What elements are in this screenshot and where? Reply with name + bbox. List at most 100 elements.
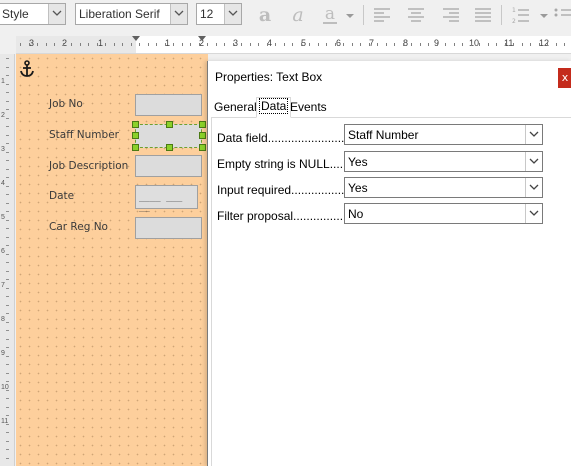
job-no-textbox[interactable]	[135, 94, 202, 116]
justify-icon[interactable]	[472, 4, 494, 26]
ruler-tick	[445, 43, 446, 46]
chevron-down-icon[interactable]	[525, 178, 542, 197]
selection-handle[interactable]	[199, 132, 206, 139]
ruler-tick	[403, 43, 404, 46]
tab-general[interactable]: General	[212, 99, 259, 117]
ruler-tick	[6, 126, 9, 127]
ruler-tick	[216, 43, 217, 46]
ruler-tick	[530, 43, 531, 46]
tab-data[interactable]: Data	[256, 97, 292, 118]
selection-handle[interactable]	[132, 144, 139, 151]
ruler-tick	[428, 43, 429, 46]
ruler-tick	[6, 118, 9, 119]
chevron-down-icon[interactable]	[525, 125, 542, 144]
ruler-tick	[6, 381, 9, 382]
ruler-tick	[258, 43, 259, 46]
ruler-tick	[6, 415, 9, 416]
svg-text:2: 2	[512, 18, 516, 25]
selection-handle[interactable]	[199, 121, 206, 128]
job-description-textbox[interactable]	[135, 155, 202, 177]
chevron-down-icon[interactable]	[525, 204, 542, 223]
ruler-tick	[80, 43, 81, 46]
ruler-tick	[105, 43, 106, 46]
ruler-number: 11	[1, 418, 9, 425]
selection-handle[interactable]	[132, 121, 139, 128]
align-left-icon[interactable]	[371, 4, 393, 26]
tab-events-label: Events	[290, 100, 327, 114]
ruler-number: 10	[1, 384, 9, 391]
ruler-tick	[284, 43, 285, 46]
ruler-tick	[6, 135, 9, 136]
chevron-down-icon[interactable]	[48, 4, 65, 24]
input-required-select[interactable]: Yes	[344, 177, 543, 198]
ruler-number: 1	[1, 78, 5, 85]
filter-proposal-select[interactable]: No	[344, 203, 543, 224]
selection-handle[interactable]	[166, 144, 173, 151]
ruler-tick	[6, 254, 9, 255]
ruler-tick	[6, 169, 9, 170]
ruler-tick	[6, 347, 9, 348]
ruler-tick	[267, 43, 268, 46]
indent-marker[interactable]	[132, 36, 140, 41]
ruler-tick	[6, 186, 9, 187]
font-size-combo[interactable]: 12	[196, 3, 242, 25]
chevron-down-icon[interactable]	[170, 4, 187, 24]
toolbar-separator	[363, 5, 364, 25]
bold-a-icon[interactable]: a	[254, 4, 276, 26]
chevron-down-icon[interactable]	[525, 152, 542, 171]
ruler-tick	[454, 43, 455, 46]
car-reg-no-textbox[interactable]	[135, 217, 202, 239]
ruler-tick	[114, 43, 115, 46]
selection-handle[interactable]	[132, 132, 139, 139]
align-center-icon[interactable]	[405, 4, 427, 26]
ruler-tick	[37, 43, 38, 46]
chevron-down-icon[interactable]	[224, 4, 241, 24]
ruler-tick	[6, 313, 9, 314]
ruler-tick	[6, 75, 9, 76]
horizontal-ruler[interactable]: 321123456789101112	[16, 36, 571, 54]
numbered-list-icon[interactable]: 1 2	[509, 4, 531, 26]
close-button[interactable]: x	[558, 68, 571, 88]
ruler-tick	[182, 43, 183, 46]
data-field-select[interactable]: Staff Number	[344, 124, 543, 145]
ruler-tick	[29, 43, 30, 46]
tab-events[interactable]: Events	[288, 99, 329, 117]
ruler-tick	[165, 43, 166, 46]
align-right-icon[interactable]	[440, 4, 462, 26]
dialog-titlebar[interactable]: Properties: Text Box x	[208, 61, 571, 91]
date-label: Date	[49, 190, 75, 202]
italic-a-icon[interactable]: a	[287, 4, 309, 26]
font-name-combo[interactable]: Liberation Serif	[75, 3, 188, 25]
dropdown-arrow-icon[interactable]	[343, 4, 357, 26]
underline-a-icon[interactable]: a	[319, 4, 341, 26]
ruler-tick	[471, 43, 472, 46]
ruler-tick	[6, 288, 9, 289]
dropdown-arrow-icon[interactable]	[538, 4, 550, 26]
ruler-tick	[377, 43, 378, 46]
anchor-icon[interactable]	[19, 60, 35, 78]
job-no-label: Job No	[49, 98, 83, 110]
ruler-tick	[6, 373, 9, 374]
selection-handle[interactable]	[199, 144, 206, 151]
ruler-tick	[139, 43, 140, 46]
ruler-tick	[207, 43, 208, 46]
vertical-ruler[interactable]: 1 2 3 4 5 6 7 8 9 10 11	[0, 54, 15, 466]
tab-data-label: Data	[259, 98, 289, 114]
ruler-tick	[6, 220, 9, 221]
ruler-tick	[513, 43, 514, 46]
ruler-tick	[6, 58, 9, 59]
paragraph-style-combo[interactable]: Style	[0, 3, 66, 25]
bulleted-list-icon[interactable]	[552, 4, 571, 26]
filter-proposal-label: Filter proposal.................	[217, 209, 350, 223]
empty-string-null-select[interactable]: Yes	[344, 151, 543, 172]
date-field[interactable]: ____ ___ __	[135, 185, 198, 213]
ruler-tick	[326, 43, 327, 46]
ruler-tick	[6, 407, 9, 408]
ruler-tick	[292, 43, 293, 46]
ruler-number: 8	[1, 316, 5, 323]
ruler-number: 7	[1, 282, 5, 289]
indent-marker[interactable]	[198, 36, 206, 41]
selection-handle[interactable]	[166, 121, 173, 128]
ruler-tick	[6, 356, 9, 357]
car-reg-no-label: Car Reg No	[49, 221, 108, 233]
